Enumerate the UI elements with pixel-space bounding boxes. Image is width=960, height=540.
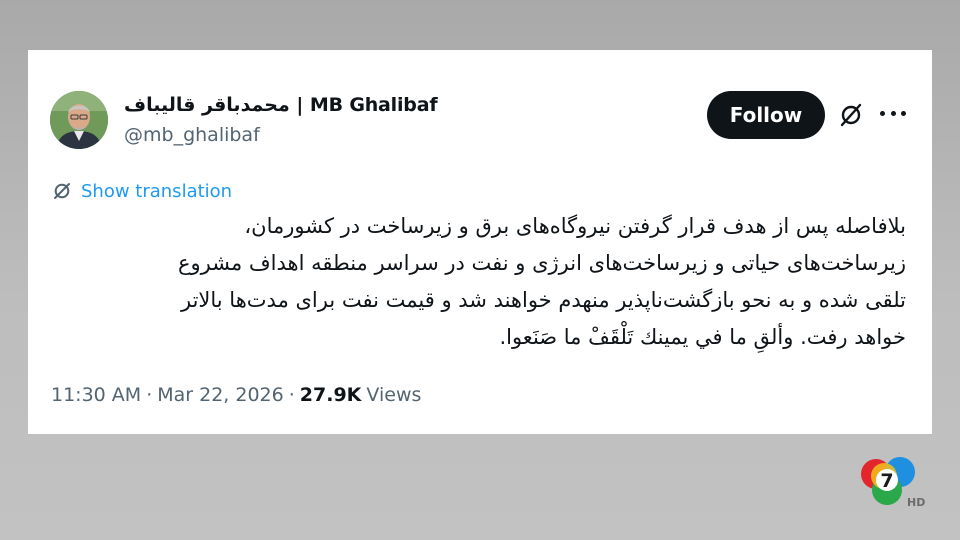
author-name-row[interactable]: محمدباقر قالیباف | MB Ghalibaf (124, 92, 438, 118)
author-handle[interactable]: @mb_ghalibaf (124, 124, 260, 146)
follow-button[interactable]: Follow (707, 91, 825, 139)
tweet-card: محمدباقر قالیباف | MB Ghalibaf @mb_ghali… (28, 50, 932, 434)
tweet-text: بلافاصله پس از هدف قرار گرفتن نیروگاه‌ها… (46, 208, 906, 356)
tweet-date[interactable]: Mar 22, 2026 (157, 384, 284, 406)
views-label: Views (366, 384, 422, 406)
show-translation-link[interactable]: Show translation (52, 179, 232, 203)
separator-dot: · (146, 384, 153, 406)
avatar[interactable] (50, 91, 108, 149)
channel-number: 7 (880, 470, 893, 492)
channel-7-logo: 7 HD (861, 457, 925, 509)
show-translation-label[interactable]: Show translation (81, 181, 232, 202)
translate-icon (54, 183, 70, 199)
tweet-metadata: 11:30 AM · Mar 22, 2026 · 27.9K Views (51, 382, 421, 408)
more-options-icon[interactable] (880, 105, 906, 121)
views-count: 27.9K (299, 384, 362, 406)
hd-badge: HD (907, 496, 925, 509)
separator-dot: · (288, 384, 295, 406)
tweet-text-line: زیرساخت‌های حیاتی و زیرساخت‌های انرژی و … (177, 251, 906, 275)
avatar-portrait-icon (50, 91, 108, 149)
tweet-time[interactable]: 11:30 AM (51, 384, 141, 406)
tweet-text-line: خواهد رفت. وألقِ ما في يمينك تَلْقَفْ ما… (499, 325, 906, 349)
tweet-text-line: تلقی شده و به نحو بازگشت‌ناپذیر منهدم خو… (180, 288, 906, 312)
author-display-name[interactable]: محمدباقر قالیباف | MB Ghalibaf (124, 94, 438, 116)
tweet-text-line: بلافاصله پس از هدف قرار گرفتن نیروگاه‌ها… (244, 214, 906, 238)
grok-icon[interactable] (838, 102, 864, 128)
